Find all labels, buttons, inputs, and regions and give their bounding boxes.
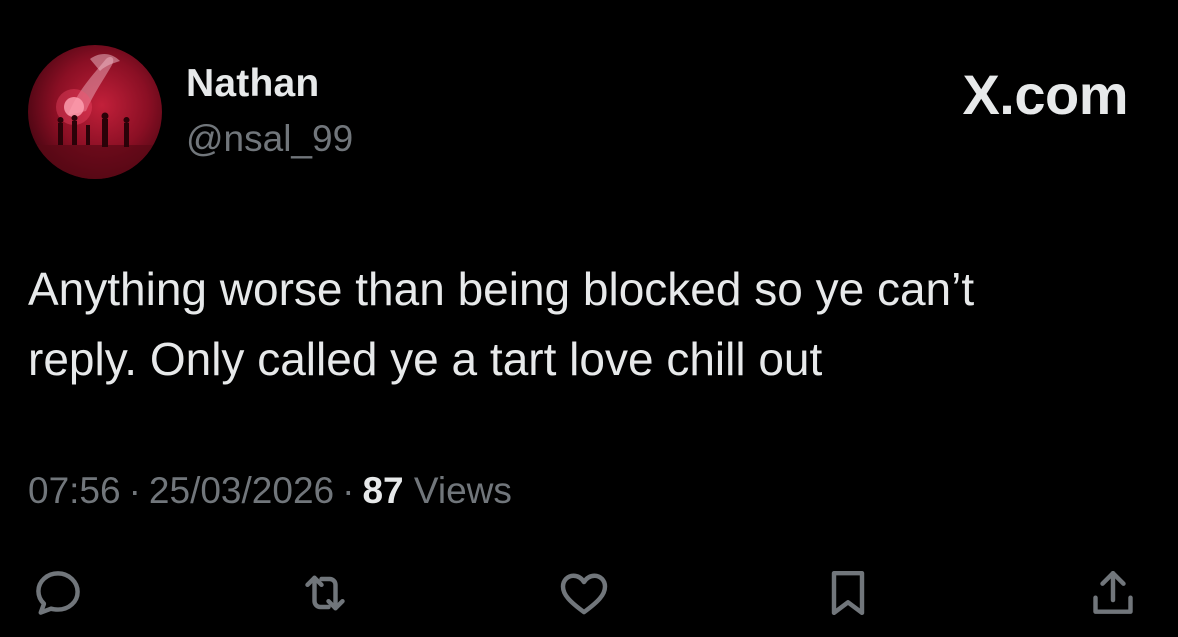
tweet-time[interactable]: 07:56 bbox=[28, 470, 121, 511]
tweet-meta: 07:56 · 25/03/2026 · 87 Views bbox=[28, 470, 512, 512]
reply-icon[interactable] bbox=[30, 565, 86, 621]
user-handle[interactable]: @nsal_99 bbox=[186, 118, 353, 160]
tweet-text-line: reply. Only called ye a tart love chill … bbox=[28, 333, 823, 385]
action-bar bbox=[0, 565, 1178, 625]
share-icon[interactable] bbox=[1085, 565, 1141, 621]
tweet-text-line: Anything worse than being blocked so ye … bbox=[28, 263, 975, 315]
x-com-brand: X.com bbox=[962, 63, 1128, 126]
like-icon[interactable] bbox=[556, 565, 612, 621]
avatar[interactable] bbox=[28, 45, 162, 179]
views-label: Views bbox=[413, 470, 512, 511]
meta-separator: · bbox=[342, 470, 355, 511]
tweet-text: Anything worse than being blocked so ye … bbox=[28, 254, 1138, 394]
bookmark-icon[interactable] bbox=[820, 565, 876, 621]
display-name[interactable]: Nathan bbox=[186, 62, 319, 106]
retweet-icon[interactable] bbox=[297, 565, 353, 621]
meta-separator: · bbox=[128, 470, 141, 511]
views-count: 87 bbox=[362, 470, 404, 511]
avatar-image bbox=[28, 54, 162, 179]
tweet-date[interactable]: 25/03/2026 bbox=[149, 470, 334, 511]
